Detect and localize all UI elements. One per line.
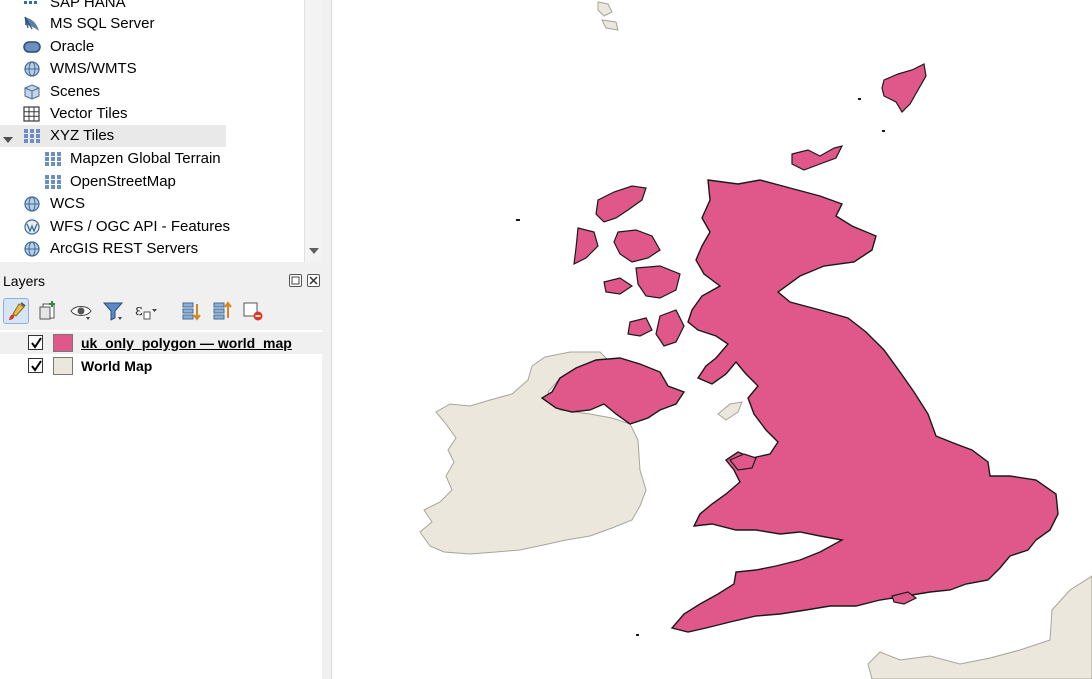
browser-item-mapzen-global-terrain[interactable]: Mapzen Global Terrain [0, 148, 226, 170]
browser-item-xyz-tiles[interactable]: XYZ Tiles [0, 125, 226, 147]
islet-speck [516, 219, 520, 221]
sap-hana-icon [23, 0, 41, 11]
isle-of-man [717, 401, 743, 421]
grid-icon [23, 128, 41, 144]
layers-toolbar: ε [0, 294, 322, 330]
expand-all-icon[interactable] [178, 298, 204, 324]
tiles-icon [44, 174, 62, 190]
layer-name: World Map [81, 358, 153, 374]
mssql-icon [23, 16, 41, 32]
browser-item-sap-hana[interactable]: SAP HANA [0, 0, 226, 14]
oracle-icon [23, 39, 41, 55]
style-brush-icon[interactable] [3, 298, 29, 324]
layers-tree: uk_only_polygon — world_map World Map [0, 330, 322, 679]
browser-scrollbar[interactable] [304, 0, 322, 262]
browser-item-wms-wmts[interactable]: WMS/WMTS [0, 58, 226, 80]
browser-item-openstreetmap[interactable]: OpenStreetMap [0, 171, 226, 193]
layer-row-world-map[interactable]: World Map [0, 355, 322, 377]
collapse-all-icon[interactable] [209, 298, 235, 324]
layers-panel-header: Layers [0, 268, 322, 294]
browser-panel: SAP HANA MS SQL Server Oracle WMS/WMTS S… [0, 0, 322, 262]
visibility-eye-icon[interactable] [68, 298, 94, 324]
layer-visibility-checkbox[interactable] [28, 335, 43, 350]
float-panel-icon[interactable] [289, 274, 302, 287]
add-group-icon[interactable] [36, 298, 62, 324]
wfs-icon [23, 219, 41, 235]
layer-symbol-swatch[interactable] [53, 357, 73, 375]
northern-islets [597, 1, 619, 31]
close-panel-icon[interactable] [307, 274, 320, 287]
browser-item-wcs[interactable]: WCS [0, 193, 226, 215]
orkney-polygon [791, 145, 844, 171]
layers-panel-title: Layers [3, 273, 46, 289]
islet-speck [636, 634, 639, 636]
expression-filter-icon[interactable]: ε [132, 298, 158, 324]
filter-legend-icon[interactable] [100, 298, 126, 324]
globe-icon [23, 61, 41, 77]
layer-name: uk_only_polygon — world_map [81, 335, 292, 351]
browser-item-vector-tiles[interactable]: Vector Tiles [0, 103, 226, 125]
shetland-polygon [881, 63, 927, 113]
hebrides-polygon [573, 185, 685, 347]
browser-item-arcgis-rest-servers[interactable]: ArcGIS REST Servers [0, 238, 226, 260]
collapse-arrow-icon[interactable] [3, 132, 13, 143]
map-canvas[interactable] [332, 0, 1092, 679]
browser-item-ms-sql-server[interactable]: MS SQL Server [0, 13, 226, 35]
svg-text:ε: ε [135, 301, 143, 319]
left-panel: SAP HANA MS SQL Server Oracle WMS/WMTS S… [0, 0, 322, 679]
islet-speck [858, 98, 861, 100]
remove-layer-icon[interactable] [240, 298, 266, 324]
scroll-down-arrow-icon[interactable] [309, 248, 319, 254]
globe-icon [23, 196, 41, 212]
grid-icon [23, 106, 41, 122]
browser-item-oracle[interactable]: Oracle [0, 36, 226, 58]
browser-item-scenes[interactable]: Scenes [0, 81, 226, 103]
panel-divider[interactable] [322, 0, 332, 679]
cube-icon [23, 84, 41, 100]
islet-speck [882, 130, 885, 132]
layer-symbol-swatch[interactable] [53, 334, 73, 352]
globe-icon [23, 241, 41, 257]
layer-visibility-checkbox[interactable] [28, 358, 43, 373]
browser-item-wfs-ogc-api-features[interactable]: WFS / OGC API - Features [0, 216, 230, 238]
tiles-icon [44, 151, 62, 167]
layer-row-uk-only-polygon[interactable]: uk_only_polygon — world_map [0, 332, 322, 354]
map-svg[interactable] [332, 0, 1092, 679]
